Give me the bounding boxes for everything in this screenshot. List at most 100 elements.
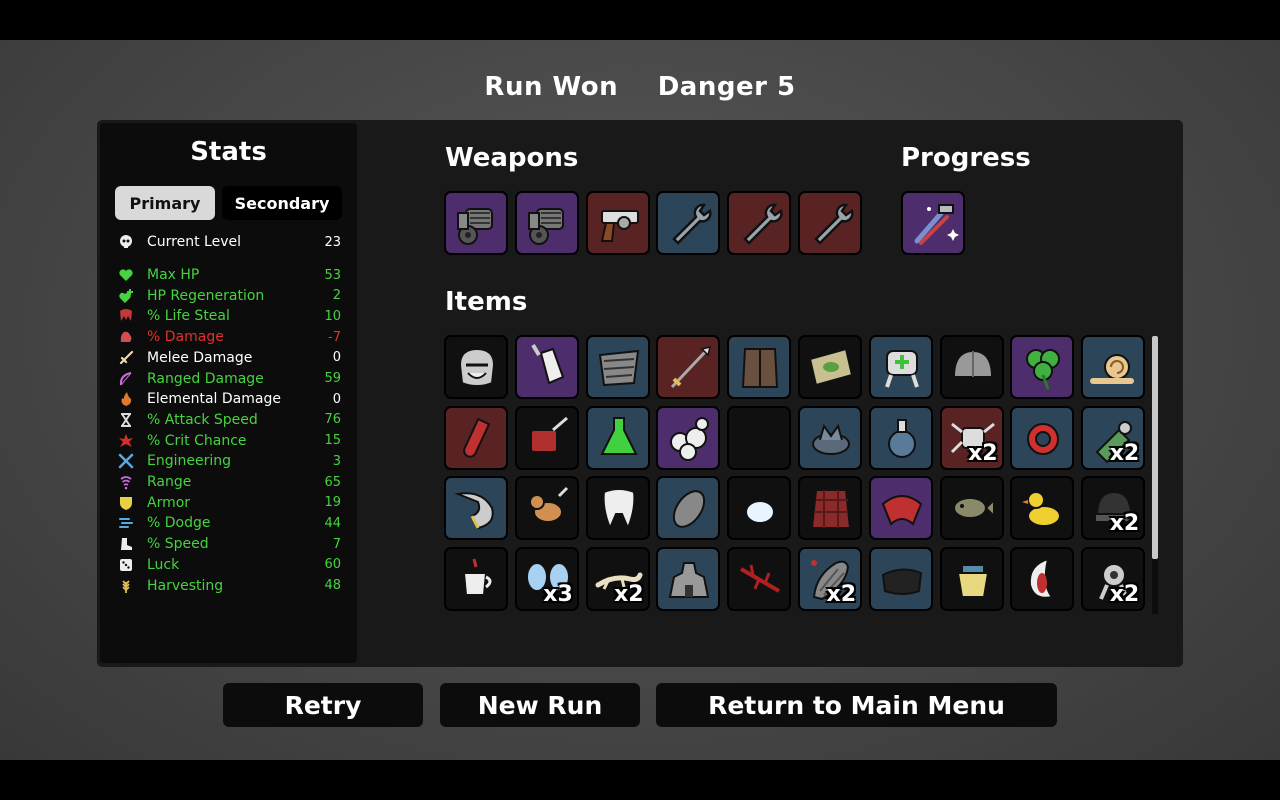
pot-icon: [956, 563, 989, 598]
spear-icon: [671, 345, 712, 389]
steel-helmet-icon: [952, 349, 993, 378]
item-slot[interactable]: x2: [585, 546, 650, 611]
stat-pct-crit-chance-row[interactable]: % Crit Chance 15: [117, 431, 341, 451]
item-slot[interactable]: [727, 546, 792, 611]
item-slot[interactable]: [585, 335, 650, 399]
item-slot[interactable]: [798, 405, 862, 470]
item-slot[interactable]: [798, 335, 862, 399]
stat-range-row[interactable]: Range 65: [117, 472, 341, 492]
tools-sparkle-icon: [914, 204, 959, 245]
item-count-badge: x2: [1109, 581, 1140, 607]
medic-robot-icon: [884, 350, 919, 388]
item-slot[interactable]: [1081, 335, 1146, 399]
letterbox-top: [0, 0, 1280, 40]
stat-ranged-damage-row[interactable]: Ranged Damage 59: [117, 369, 341, 389]
item-slot[interactable]: [514, 476, 579, 540]
tab-primary[interactable]: Primary: [115, 186, 215, 220]
stat-pct-damage-row[interactable]: % Damage -7: [117, 327, 341, 347]
weapon-slot[interactable]: [727, 191, 792, 255]
stat-pct-attack-speed-row[interactable]: % Attack Speed 76: [117, 410, 341, 430]
stat-luck-value: 60: [324, 557, 341, 573]
item-slot[interactable]: [798, 476, 862, 540]
item-slot[interactable]: [939, 546, 1004, 611]
item-slot[interactable]: [514, 335, 579, 399]
item-slot[interactable]: [939, 476, 1004, 540]
stat-engineering-value: 3: [332, 453, 341, 469]
item-slot[interactable]: [868, 546, 933, 611]
weapon-slot[interactable]: [514, 191, 579, 255]
items-scrollbar-thumb[interactable]: [1152, 336, 1158, 559]
weapon-slot[interactable]: [444, 191, 508, 255]
item-slot[interactable]: [868, 335, 933, 399]
stat-pct-dodge-label: % Dodge: [147, 515, 211, 532]
item-slot[interactable]: x2: [939, 405, 1004, 470]
item-slot[interactable]: x2: [1081, 546, 1146, 611]
black-cloth-icon: [881, 568, 922, 595]
item-slot[interactable]: [727, 335, 792, 399]
heart-plus-icon: [117, 287, 135, 305]
stat-engineering-row[interactable]: Engineering 3: [117, 451, 341, 471]
item-slot[interactable]: [514, 405, 579, 470]
progress-slot[interactable]: [901, 191, 965, 255]
snail-icon: [1090, 354, 1135, 384]
stat-elemental-damage-row[interactable]: Elemental Damage 0: [117, 389, 341, 409]
main-menu-button[interactable]: Return to Main Menu: [656, 683, 1057, 727]
fangs-icon: [117, 307, 135, 325]
item-count-badge: x2: [1109, 511, 1140, 536]
item-slot[interactable]: [727, 405, 792, 470]
new-run-button[interactable]: New Run: [440, 683, 640, 727]
stat-armor-label: Armor: [147, 494, 191, 511]
torn-armor-icon: [598, 349, 639, 387]
item-slot[interactable]: [444, 546, 508, 611]
item-slot[interactable]: [656, 476, 721, 540]
stat-max-hp-value: 53: [324, 267, 341, 283]
skull-level-icon: [117, 233, 135, 251]
item-slot[interactable]: [585, 405, 650, 470]
weapon-slot[interactable]: [656, 191, 721, 255]
tab-secondary[interactable]: Secondary: [222, 186, 342, 220]
wrench-icon: [672, 203, 712, 245]
stat-elemental-damage-value: 0: [332, 391, 341, 407]
weapon-slot[interactable]: [798, 191, 862, 255]
wrench-icon: [814, 203, 854, 245]
item-slot[interactable]: [727, 476, 792, 540]
dog-icon: [528, 486, 568, 523]
retry-button[interactable]: Retry: [223, 683, 423, 727]
crossed-wrench-icon: [117, 452, 135, 470]
stat-armor-row[interactable]: Armor 19: [117, 493, 341, 513]
stat-pct-speed-row[interactable]: % Speed 7: [117, 534, 341, 554]
item-slot[interactable]: [585, 476, 650, 540]
item-slot[interactable]: [939, 335, 1004, 399]
item-slot[interactable]: [868, 476, 933, 540]
stat-harvesting-row[interactable]: Harvesting 48: [117, 576, 341, 596]
stat-hp-regeneration-row[interactable]: HP Regeneration 2: [117, 286, 341, 306]
weapon-slot[interactable]: [585, 191, 650, 255]
item-slot[interactable]: [868, 405, 933, 470]
item-slot[interactable]: [656, 335, 721, 399]
item-slot[interactable]: [656, 546, 721, 611]
stat-current-level-row[interactable]: Current Level 23: [117, 232, 341, 252]
stat-melee-damage-value: 0: [332, 350, 341, 366]
stat-pct-life-steal-value: 10: [324, 308, 341, 324]
item-slot[interactable]: x2: [1081, 476, 1146, 540]
stat-pct-dodge-row[interactable]: % Dodge 44: [117, 513, 341, 533]
stat-pct-damage-label: % Damage: [147, 329, 224, 346]
stat-melee-damage-row[interactable]: Melee Damage 0: [117, 348, 341, 368]
item-slot[interactable]: [1010, 546, 1075, 611]
item-slot[interactable]: x3: [514, 546, 579, 611]
item-slot[interactable]: [1010, 405, 1075, 470]
stat-pct-life-steal-row[interactable]: % Life Steal 10: [117, 306, 341, 326]
item-slot[interactable]: x2: [1081, 405, 1146, 470]
item-slot[interactable]: [444, 335, 508, 399]
item-slot[interactable]: [444, 476, 508, 540]
item-slot[interactable]: [1010, 476, 1075, 540]
item-slot[interactable]: x2: [798, 546, 862, 611]
item-slot[interactable]: [656, 405, 721, 470]
stats-panel: Stats Primary Secondary Current Level 23 M…: [100, 123, 357, 663]
item-slot[interactable]: [444, 405, 508, 470]
item-slot[interactable]: [1010, 335, 1075, 399]
stat-max-hp-row[interactable]: Max HP 53: [117, 265, 341, 285]
banknote-icon: [808, 347, 854, 387]
item-count-badge: x2: [614, 581, 644, 607]
stat-luck-row[interactable]: Luck 60: [117, 555, 341, 575]
